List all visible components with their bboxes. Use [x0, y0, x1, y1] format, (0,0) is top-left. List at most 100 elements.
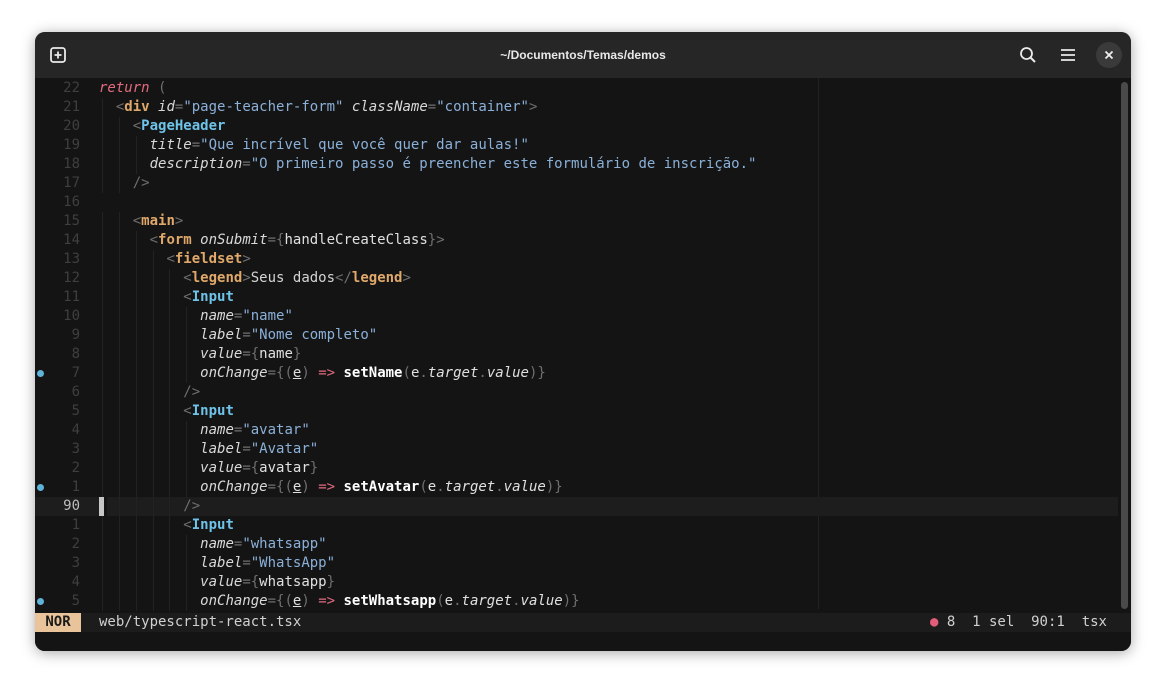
scrollbar-thumb[interactable] [1121, 82, 1128, 609]
code-line[interactable]: 7 onChange={(e) => setName(e.target.value… [35, 364, 1118, 383]
code-line[interactable]: 2 value={avatar} [35, 459, 1118, 478]
indent-guide [102, 326, 103, 345]
code-line[interactable]: 1 onChange={(e) => setAvatar(e.target.val… [35, 478, 1118, 497]
code-token: )} [545, 479, 563, 495]
indent-guide [118, 117, 120, 136]
code-token: ={ [267, 232, 285, 248]
code-line[interactable]: 2 name="whatsapp" [35, 535, 1118, 554]
menu-button[interactable] [1055, 42, 1081, 68]
code-line[interactable]: 13 <fieldset> [35, 250, 1118, 269]
code-line[interactable]: 4 name="avatar" [35, 421, 1118, 440]
line-number: 2 [71, 460, 80, 476]
indent-guide [169, 478, 171, 497]
indent-guide [152, 269, 154, 288]
code-line[interactable]: 15 <main> [35, 212, 1118, 231]
code-token: . [495, 479, 504, 495]
code-token: value [200, 346, 243, 362]
code-line-current[interactable]: 90 /> [35, 497, 1118, 516]
code-token: "container" [436, 99, 529, 115]
indent-guide [169, 402, 171, 421]
code-text: value={avatar} [200, 459, 318, 478]
indent-guide [169, 440, 171, 459]
code-token: ={ [242, 460, 260, 476]
code-token: > [174, 213, 184, 229]
indent-guide [186, 421, 188, 440]
code-token: Input [191, 517, 234, 533]
indent-guide [186, 478, 188, 497]
code-line[interactable]: 19 title="Que incrível que você quer dar … [35, 136, 1118, 155]
close-button[interactable] [1096, 42, 1122, 68]
code-line[interactable]: 5 onChange={(e) => setWhatsapp(e.target.v… [35, 592, 1118, 611]
indent-guide [102, 573, 103, 592]
code-line[interactable]: 12 <legend>Seus dados</legend> [35, 269, 1118, 288]
indent-guide [102, 250, 103, 269]
code-line[interactable]: 20 <PageHeader [35, 117, 1118, 136]
indent-guide [169, 421, 171, 440]
code-token: "name" [242, 308, 293, 324]
code-line[interactable]: 22 return ( [35, 79, 1118, 98]
indent-guide [135, 497, 137, 516]
code-line[interactable]: 9 label="Nome completo" [35, 326, 1118, 345]
indent-guide [118, 497, 120, 516]
code-text: <fieldset> [166, 250, 250, 269]
code-token: > [242, 270, 251, 286]
indent-guide [118, 345, 120, 364]
code-line[interactable]: 3 label="WhatsApp" [35, 554, 1118, 573]
line-number: 1 [71, 479, 80, 495]
code-line[interactable]: 4 value={whatsapp} [35, 573, 1118, 592]
code-line[interactable]: 1 <Input [35, 516, 1118, 535]
code-line[interactable]: 18 description="O primeiro passo é preenc… [35, 155, 1118, 174]
line-number: 11 [63, 289, 80, 305]
text-cursor [99, 497, 107, 516]
search-icon [1020, 47, 1036, 63]
indent-guide [169, 554, 171, 573]
indent-guide [102, 592, 103, 611]
code-line[interactable]: 11 <Input [35, 288, 1118, 307]
indent-guide [102, 288, 103, 307]
code-token: ( [402, 365, 411, 381]
command-line[interactable] [35, 632, 1131, 651]
code-text: <legend>Seus dados</legend> [183, 269, 411, 288]
editor-pane[interactable]: 22 return (21 <div id="page-teacher-form" … [35, 78, 1131, 613]
code-token: < [183, 403, 192, 419]
line-number: 2 [71, 536, 80, 552]
indent-guide [152, 478, 154, 497]
code-line[interactable]: 6 /> [35, 383, 1118, 402]
scrollbar[interactable] [1118, 78, 1131, 613]
indent-guide [102, 478, 103, 497]
code-line[interactable]: 3 label="Avatar" [35, 440, 1118, 459]
indent-guide [102, 269, 103, 288]
code-line[interactable]: 21 <div id="page-teacher-form" className=… [35, 98, 1118, 117]
code-line[interactable]: 8 value={name} [35, 345, 1118, 364]
indent-guide [135, 250, 137, 269]
code-line[interactable]: 16 [35, 193, 1118, 212]
indent-guide [186, 573, 188, 592]
code-token: < [166, 251, 175, 267]
indent-guide [102, 136, 103, 155]
code-line[interactable]: 5 <Input [35, 402, 1118, 421]
code-token: handleCreateClass [284, 232, 428, 248]
code-token: )} [562, 593, 580, 609]
search-button[interactable] [1015, 42, 1041, 68]
code-token: > [242, 251, 251, 267]
code-line[interactable]: 10 name="name" [35, 307, 1118, 326]
code-token: . [436, 479, 445, 495]
code-text: name="whatsapp" [200, 535, 326, 554]
code-token: "whatsapp" [242, 536, 327, 552]
line-number: 17 [63, 175, 80, 191]
code-token: form [158, 232, 192, 248]
indent-guide [102, 535, 103, 554]
code-token: "Nome completo" [250, 327, 378, 343]
indent-guide [135, 288, 137, 307]
code-token: target [444, 479, 496, 495]
indent-guide [118, 516, 120, 535]
code-text: /> [183, 383, 200, 402]
code-token: label [200, 327, 243, 343]
code-token: . [419, 365, 428, 381]
code-line[interactable]: 17 /> [35, 174, 1118, 193]
code-token: } [292, 346, 302, 362]
code-line[interactable]: 14 <form onSubmit={handleCreateClass}> [35, 231, 1118, 250]
diagnostics-count: 8 [946, 614, 956, 630]
code-token: > [402, 270, 411, 286]
